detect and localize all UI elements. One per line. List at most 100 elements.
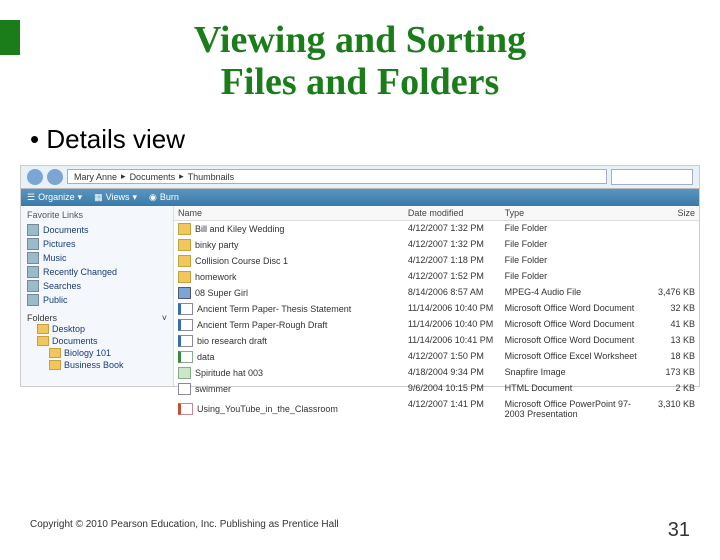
col-date-header[interactable]: Date modified xyxy=(404,206,501,220)
slide-title: Viewing and Sorting Files and Folders xyxy=(0,20,720,104)
file-size: 41 KB xyxy=(642,317,699,333)
file-date: 4/12/2007 1:32 PM xyxy=(404,221,501,237)
file-size: 173 KB xyxy=(642,365,699,381)
file-row[interactable]: 08 Super Girl8/14/2006 8:57 AMMPEG-4 Aud… xyxy=(174,285,699,301)
file-date: 4/18/2004 9:34 PM xyxy=(404,365,501,381)
file-size: 18 KB xyxy=(642,349,699,365)
folder-icon xyxy=(178,255,191,267)
file-area: Favorite Links DocumentsPicturesMusicRec… xyxy=(21,206,699,386)
html-icon xyxy=(178,383,191,395)
link-icon xyxy=(27,224,39,236)
title-line2: Files and Folders xyxy=(221,61,500,103)
file-row[interactable]: Ancient Term Paper-Rough Draft 11/14/2006… xyxy=(174,317,699,333)
link-icon xyxy=(27,266,39,278)
file-name: swimmer xyxy=(195,384,231,394)
file-row[interactable]: Bill and Kiley Wedding 4/12/2007 1:32 PMF… xyxy=(174,221,699,237)
file-date: 11/14/2006 10:40 PM xyxy=(404,317,501,333)
file-name: data xyxy=(197,352,215,362)
folder-icon xyxy=(178,239,191,251)
link-icon xyxy=(27,252,39,264)
file-date: 8/14/2006 8:57 AM xyxy=(404,285,501,301)
slide-footer: Copyright © 2010 Pearson Education, Inc.… xyxy=(30,519,690,542)
file-size xyxy=(642,237,699,253)
col-size-header[interactable]: Size xyxy=(642,206,699,220)
tree-item[interactable]: Desktop xyxy=(37,323,167,335)
file-name: binky party xyxy=(195,240,239,250)
favorite-link[interactable]: Searches xyxy=(27,279,167,293)
image-icon xyxy=(178,367,191,379)
views-icon: ▦ xyxy=(94,192,103,203)
forward-button[interactable] xyxy=(47,169,63,185)
organize-button[interactable]: ☰ Organize ▾ xyxy=(27,192,82,203)
command-bar: ☰ Organize ▾ ▦ Views ▾ ◉ Burn xyxy=(21,189,699,206)
search-input[interactable] xyxy=(611,169,693,185)
tree-item[interactable]: Business Book xyxy=(49,359,167,371)
address-bar: Mary Anne▸ Documents▸ Thumbnails xyxy=(21,166,699,189)
folder-icon xyxy=(37,336,49,346)
breadcrumb[interactable]: Mary Anne▸ Documents▸ Thumbnails xyxy=(67,169,607,184)
favorite-link[interactable]: Pictures xyxy=(27,237,167,251)
word-icon xyxy=(178,319,193,331)
file-date: 4/12/2007 1:18 PM xyxy=(404,253,501,269)
accent-bar xyxy=(0,20,20,55)
nav-pane: Favorite Links DocumentsPicturesMusicRec… xyxy=(21,206,174,386)
file-type: Microsoft Office Word Document xyxy=(501,317,642,333)
file-row[interactable]: Using_YouTube_in_the_Classroom 4/12/2007 … xyxy=(174,397,699,421)
file-name: Bill and Kiley Wedding xyxy=(195,224,284,234)
file-row[interactable]: Ancient Term Paper- Thesis Statement11/1… xyxy=(174,301,699,317)
ppt-icon xyxy=(178,403,193,415)
file-size xyxy=(642,253,699,269)
file-type: File Folder xyxy=(501,237,642,253)
bullet-section: Details view xyxy=(30,124,720,155)
file-date: 11/14/2006 10:40 PM xyxy=(404,301,501,317)
file-type: File Folder xyxy=(501,221,642,237)
file-row[interactable]: homework4/12/2007 1:52 PMFile Folder xyxy=(174,269,699,285)
file-size: 3,476 KB xyxy=(642,285,699,301)
file-type: File Folder xyxy=(501,269,642,285)
file-size: 3,310 KB xyxy=(642,397,699,421)
file-row[interactable]: Collision Course Disc 1 4/12/2007 1:18 PM… xyxy=(174,253,699,269)
file-row[interactable]: bio research draft 11/14/2006 10:41 PMMic… xyxy=(174,333,699,349)
file-name: Collision Course Disc 1 xyxy=(195,256,288,266)
col-name-header[interactable]: Name xyxy=(174,206,404,220)
file-name: homework xyxy=(195,272,237,282)
file-name: bio research draft xyxy=(197,336,267,346)
tree-item[interactable]: Biology 101 xyxy=(49,347,167,359)
file-row[interactable]: data 4/12/2007 1:50 PMMicrosoft Office Ex… xyxy=(174,349,699,365)
folder-icon xyxy=(178,223,191,235)
file-type: Microsoft Office Excel Worksheet xyxy=(501,349,642,365)
title-line1: Viewing and Sorting xyxy=(194,19,526,61)
file-row[interactable]: binky party4/12/2007 1:32 PMFile Folder xyxy=(174,237,699,253)
file-row[interactable]: Spiritude hat 0034/18/2004 9:34 PMSnapfi… xyxy=(174,365,699,381)
file-name: Ancient Term Paper-Rough Draft xyxy=(197,320,327,330)
file-type: File Folder xyxy=(501,253,642,269)
tree-item[interactable]: Documents xyxy=(37,335,167,347)
folders-header[interactable]: Folders ˅ xyxy=(27,313,167,323)
file-date: 4/12/2007 1:41 PM xyxy=(404,397,501,421)
views-button[interactable]: ▦ Views ▾ xyxy=(94,192,137,203)
file-date: 4/12/2007 1:50 PM xyxy=(404,349,501,365)
favorite-link[interactable]: Music xyxy=(27,251,167,265)
copyright-text: Copyright © 2010 Pearson Education, Inc.… xyxy=(30,519,339,542)
word-icon xyxy=(178,335,193,347)
burn-button[interactable]: ◉ Burn xyxy=(149,192,179,203)
back-button[interactable] xyxy=(27,169,43,185)
breadcrumb-part[interactable]: Thumbnails xyxy=(188,172,235,182)
file-size xyxy=(642,221,699,237)
breadcrumb-part[interactable]: Mary Anne xyxy=(74,172,117,182)
file-date: 9/6/2004 10:15 PM xyxy=(404,381,501,397)
favorite-link[interactable]: Recently Changed xyxy=(27,265,167,279)
column-headers: Name Date modified Type Size xyxy=(174,206,699,221)
favorite-link[interactable]: Documents xyxy=(27,223,167,237)
file-name: Using_YouTube_in_the_Classroom xyxy=(197,404,338,414)
favorite-link[interactable]: Public xyxy=(27,293,167,307)
file-row[interactable]: swimmer9/6/2004 10:15 PMHTML Document2 K… xyxy=(174,381,699,397)
file-type: Microsoft Office Word Document xyxy=(501,333,642,349)
favorite-links-header: Favorite Links xyxy=(27,210,167,220)
breadcrumb-part[interactable]: Documents xyxy=(130,172,176,182)
file-type: Microsoft Office PowerPoint 97-2003 Pres… xyxy=(501,397,642,421)
excel-icon xyxy=(178,351,193,363)
file-size: 2 KB xyxy=(642,381,699,397)
col-type-header[interactable]: Type xyxy=(501,206,642,220)
file-date: 11/14/2006 10:41 PM xyxy=(404,333,501,349)
